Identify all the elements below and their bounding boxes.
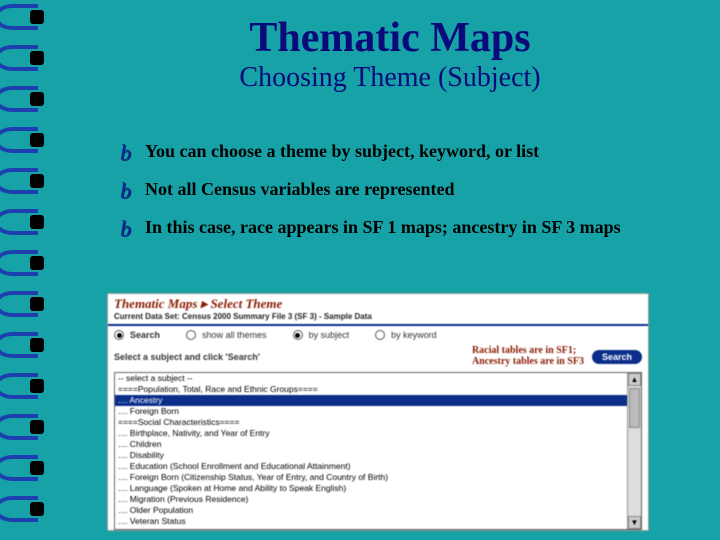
breadcrumb: Thematic Maps ▸ Select Theme	[108, 294, 648, 312]
chevron-right-icon: ▸	[201, 296, 208, 311]
note-row: Select a subject and click 'Search' Raci…	[108, 344, 648, 370]
scroll-up-icon[interactable]: ▲	[628, 373, 641, 386]
radio-show-all-label: show all themes	[202, 330, 267, 340]
breadcrumb-a: Thematic Maps	[114, 296, 197, 311]
sf-note-line2: Ancestry tables are in SF3	[472, 356, 584, 367]
listbox-option[interactable]: .... Education (School Enrollment and Ed…	[115, 461, 641, 472]
bullet-list: b You can choose a theme by subject, key…	[80, 140, 700, 240]
breadcrumb-b: Select Theme	[210, 296, 282, 311]
listbox-options: -- select a subject --====Population, To…	[115, 373, 641, 530]
listbox-option[interactable]: .... Older Population	[115, 505, 641, 516]
listbox-option[interactable]: ====Social Characteristics====	[115, 417, 641, 428]
bullet-icon: b	[120, 218, 131, 240]
radio-by-keyword[interactable]	[375, 330, 385, 340]
listbox-option[interactable]: -- select a subject --	[115, 373, 641, 384]
bullet-text: In this case, race appears in SF 1 maps;…	[145, 216, 700, 239]
radio-row: Search show all themes by subject by key…	[108, 326, 648, 344]
listbox-option[interactable]: .... Migration (Previous Residence)	[115, 494, 641, 505]
listbox-option[interactable]: .... Veteran Status	[115, 516, 641, 527]
bullet-text: Not all Census variables are represented	[145, 178, 700, 201]
radio-search-label: Search	[130, 330, 160, 340]
bullet-icon: b	[120, 180, 131, 202]
scroll-thumb[interactable]	[629, 388, 640, 428]
sf-note: Racial tables are in SF1; Ancestry table…	[472, 346, 584, 367]
slide-subtitle: Choosing Theme (Subject)	[80, 62, 700, 94]
radio-show-all[interactable]	[186, 330, 196, 340]
embedded-screenshot: Thematic Maps ▸ Select Theme Current Dat…	[108, 294, 648, 530]
listbox-option[interactable]: .... Language (Spoken at Home and Abilit…	[115, 483, 641, 494]
dataset-line: Current Data Set: Census 2000 Summary Fi…	[108, 312, 648, 326]
listbox-option[interactable]: ====Population, Total, Race and Ethnic G…	[115, 384, 641, 395]
scroll-down-icon[interactable]: ▼	[628, 516, 641, 529]
radio-search[interactable]	[114, 330, 124, 340]
spiral-binding	[0, 0, 54, 540]
radio-by-subject[interactable]	[293, 330, 303, 340]
sf-note-line1: Racial tables are in SF1;	[472, 345, 576, 356]
scroll-track[interactable]	[628, 386, 641, 516]
slide-title: Thematic Maps	[80, 16, 700, 60]
listbox-option[interactable]: .... Children	[115, 439, 641, 450]
scrollbar[interactable]: ▲ ▼	[627, 373, 641, 529]
radio-by-subject-label: by subject	[309, 330, 350, 340]
search-button[interactable]: Search	[592, 350, 642, 364]
listbox-option[interactable]: .... Disability	[115, 450, 641, 461]
bullet-icon: b	[120, 142, 131, 164]
listbox-option[interactable]: .... Ancestry	[115, 395, 641, 406]
listbox-option[interactable]: ====Economic Characteristics====	[115, 527, 641, 530]
bullet-item: b You can choose a theme by subject, key…	[120, 140, 700, 164]
slide-content: Thematic Maps Choosing Theme (Subject) b…	[60, 0, 720, 254]
radio-by-keyword-label: by keyword	[391, 330, 437, 340]
listbox-option[interactable]: .... Birthplace, Nativity, and Year of E…	[115, 428, 641, 439]
bullet-text: You can choose a theme by subject, keywo…	[145, 140, 700, 163]
subject-listbox[interactable]: -- select a subject --====Population, To…	[114, 372, 642, 530]
bullet-item: b Not all Census variables are represent…	[120, 178, 700, 202]
listbox-option[interactable]: .... Foreign Born	[115, 406, 641, 417]
listbox-option[interactable]: .... Foreign Born (Citizenship Status, Y…	[115, 472, 641, 483]
bullet-item: b In this case, race appears in SF 1 map…	[120, 216, 700, 240]
instruction-text: Select a subject and click 'Search'	[114, 352, 260, 362]
